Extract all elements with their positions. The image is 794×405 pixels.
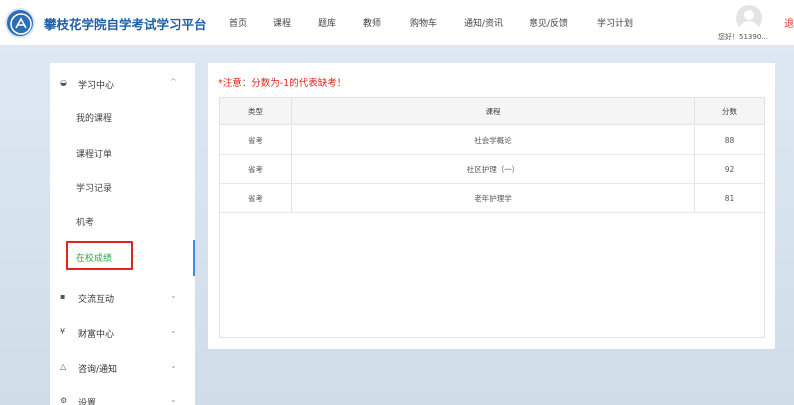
chevron-down-icon: ⌄ xyxy=(170,326,177,335)
gear-icon: ⚙ xyxy=(60,396,68,405)
column-header-score: 分数 xyxy=(722,106,737,116)
sidebar-group-interaction[interactable]: ▪ 交流互动 ⌄ xyxy=(50,282,195,312)
grades-table: 类型 课程 分数 省考 社会学概论 88 省考 社区护理（一） 92 省考 老年… xyxy=(219,97,765,338)
sidebar: ◒ 学习中心 ^ 我的课程 课程订单 学习记录 机考 在校成绩 ▪ 交流互动 ⌄… xyxy=(50,63,195,405)
table-row: 省考 老年护理学 81 xyxy=(220,184,764,213)
sidebar-item-study-records[interactable]: 学习记录 xyxy=(76,181,112,194)
sidebar-item-machine-exam[interactable]: 机考 xyxy=(76,215,94,228)
column-header-type: 类型 xyxy=(220,98,292,124)
cell-type: 省考 xyxy=(220,184,292,212)
cell-course: 社会学概论 xyxy=(292,126,695,154)
chevron-down-icon: ⌄ xyxy=(170,291,177,300)
nav-home[interactable]: 首页 xyxy=(229,16,247,29)
sidebar-active-indicator xyxy=(193,240,195,276)
sidebar-item-course-orders[interactable]: 课程订单 xyxy=(76,147,112,160)
cell-course: 社区护理（一） xyxy=(292,155,695,183)
table-row: 省考 社区护理（一） 92 xyxy=(220,155,764,184)
cell-course: 老年护理学 xyxy=(292,184,695,212)
top-header: 攀枝花学院自学考试学习平台 首页 课程 题库 教师 购物车 通知/资讯 意见/反… xyxy=(0,0,794,46)
sidebar-item-my-courses[interactable]: 我的课程 xyxy=(76,111,112,124)
cell-score: 92 xyxy=(724,164,735,174)
highlight-box xyxy=(66,241,133,270)
nav-feedback[interactable]: 意见/反馈 xyxy=(529,16,568,29)
nav-notices[interactable]: 通知/资讯 xyxy=(464,16,503,29)
half-circle-icon: ◒ xyxy=(60,78,67,87)
cell-type: 省考 xyxy=(220,155,292,183)
nav-study-plan[interactable]: 学习计划 xyxy=(597,16,633,29)
school-logo-icon[interactable] xyxy=(5,8,35,38)
table-header: 类型 课程 分数 xyxy=(220,98,764,125)
sidebar-group-settings[interactable]: ⚙ 设置 ⌄ xyxy=(50,386,195,405)
cell-score: 81 xyxy=(724,193,735,203)
sidebar-group-notifications[interactable]: △ 咨询/通知 ⌄ xyxy=(50,352,195,382)
absence-notice: *注意：分数为-1的代表缺考！ xyxy=(218,78,347,89)
chat-icon: ▪ xyxy=(60,292,66,301)
cell-type: 省考 xyxy=(220,126,292,154)
table-row: 省考 社会学概论 88 xyxy=(220,126,764,155)
sidebar-group-learning-center[interactable]: ◒ 学习中心 ^ xyxy=(50,68,195,98)
column-header-course: 课程 xyxy=(292,98,695,124)
chevron-down-icon: ⌄ xyxy=(170,395,177,404)
nav-courses[interactable]: 课程 xyxy=(273,16,291,29)
nav-teachers[interactable]: 教师 xyxy=(363,16,381,29)
cell-score: 88 xyxy=(724,135,735,145)
nav-question-bank[interactable]: 题库 xyxy=(318,16,336,29)
nav-cart[interactable]: 购物车 xyxy=(410,16,437,29)
bell-icon: △ xyxy=(60,362,67,371)
chevron-down-icon: ⌄ xyxy=(170,361,177,370)
logout-link[interactable]: 退 xyxy=(784,15,794,30)
avatar[interactable] xyxy=(736,5,762,31)
grades-panel: *注意：分数为-1的代表缺考！ 类型 课程 分数 省考 社会学概论 88 省考 … xyxy=(208,63,775,349)
platform-title[interactable]: 攀枝花学院自学考试学习平台 xyxy=(44,14,207,33)
sidebar-group-wealth[interactable]: ¥ 财富中心 ⌄ xyxy=(50,317,195,347)
yen-icon: ¥ xyxy=(60,327,66,336)
chevron-up-icon: ^ xyxy=(170,77,177,86)
user-greeting[interactable]: 您好！51390... xyxy=(718,32,768,42)
